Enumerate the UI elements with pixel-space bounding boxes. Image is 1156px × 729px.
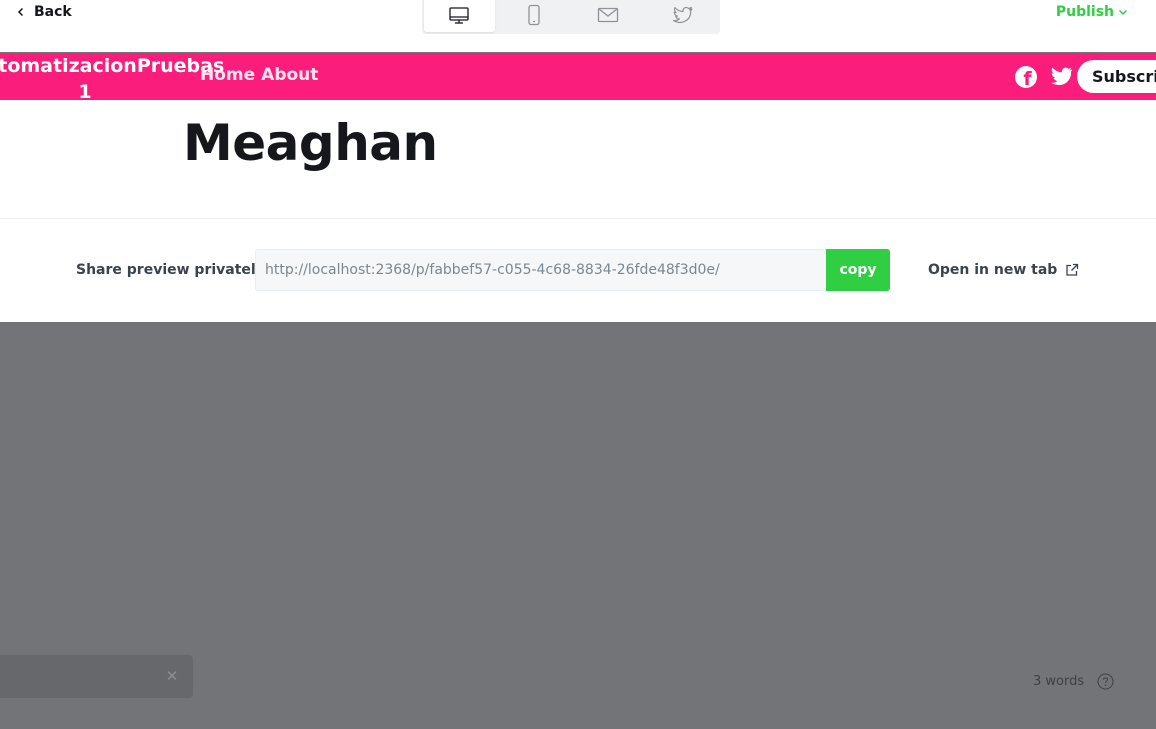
nav-link-home[interactable]: Home [200, 65, 255, 85]
mobile-preview-button[interactable] [499, 0, 570, 32]
chevron-down-icon [1118, 9, 1128, 16]
post-title: Meaghan [183, 114, 438, 172]
email-icon [598, 7, 619, 23]
nav-link-about[interactable]: About [261, 65, 318, 85]
twitter-preview-button[interactable] [648, 0, 719, 32]
word-count: 3 words [1033, 674, 1085, 689]
desktop-preview-button[interactable] [424, 0, 495, 32]
open-in-new-tab-label: Open in new tab [928, 262, 1058, 278]
device-switcher [422, 0, 720, 34]
publish-label: Publish [1055, 4, 1114, 20]
site-header: AutomatizacionPruebas 1 Home About f Sub… [0, 53, 1156, 100]
chevron-left-icon [17, 7, 24, 17]
publish-button[interactable]: Publish [1056, 3, 1128, 21]
external-link-icon [1066, 263, 1079, 276]
close-icon[interactable]: ✕ [162, 665, 182, 687]
copy-button[interactable]: copy [826, 249, 890, 291]
share-preview-bar: Share preview privately copy Open in new… [0, 219, 1156, 322]
email-preview-button[interactable] [573, 0, 644, 32]
twitter-social-icon[interactable] [1049, 67, 1073, 87]
preview-topbar: Back Publish [0, 0, 1156, 52]
back-button[interactable]: Back [16, 3, 72, 21]
site-nav-links: Home About [200, 65, 318, 85]
preview-url-input[interactable] [255, 249, 827, 291]
back-label: Back [34, 4, 72, 20]
twitter-icon [672, 6, 693, 23]
desktop-icon [449, 7, 469, 24]
share-label: Share preview privately [76, 262, 265, 278]
subscribe-button[interactable]: Subscribe [1077, 60, 1156, 93]
notification-toast: ✕ [0, 655, 193, 698]
open-in-new-tab-link[interactable]: Open in new tab [928, 262, 1079, 278]
site-title[interactable]: AutomatizacionPruebas 1 [0, 53, 224, 100]
mobile-icon [528, 4, 540, 26]
help-icon[interactable] [1097, 673, 1114, 690]
post-content: Meaghan [0, 100, 1156, 218]
facebook-icon[interactable]: f [1015, 66, 1037, 88]
